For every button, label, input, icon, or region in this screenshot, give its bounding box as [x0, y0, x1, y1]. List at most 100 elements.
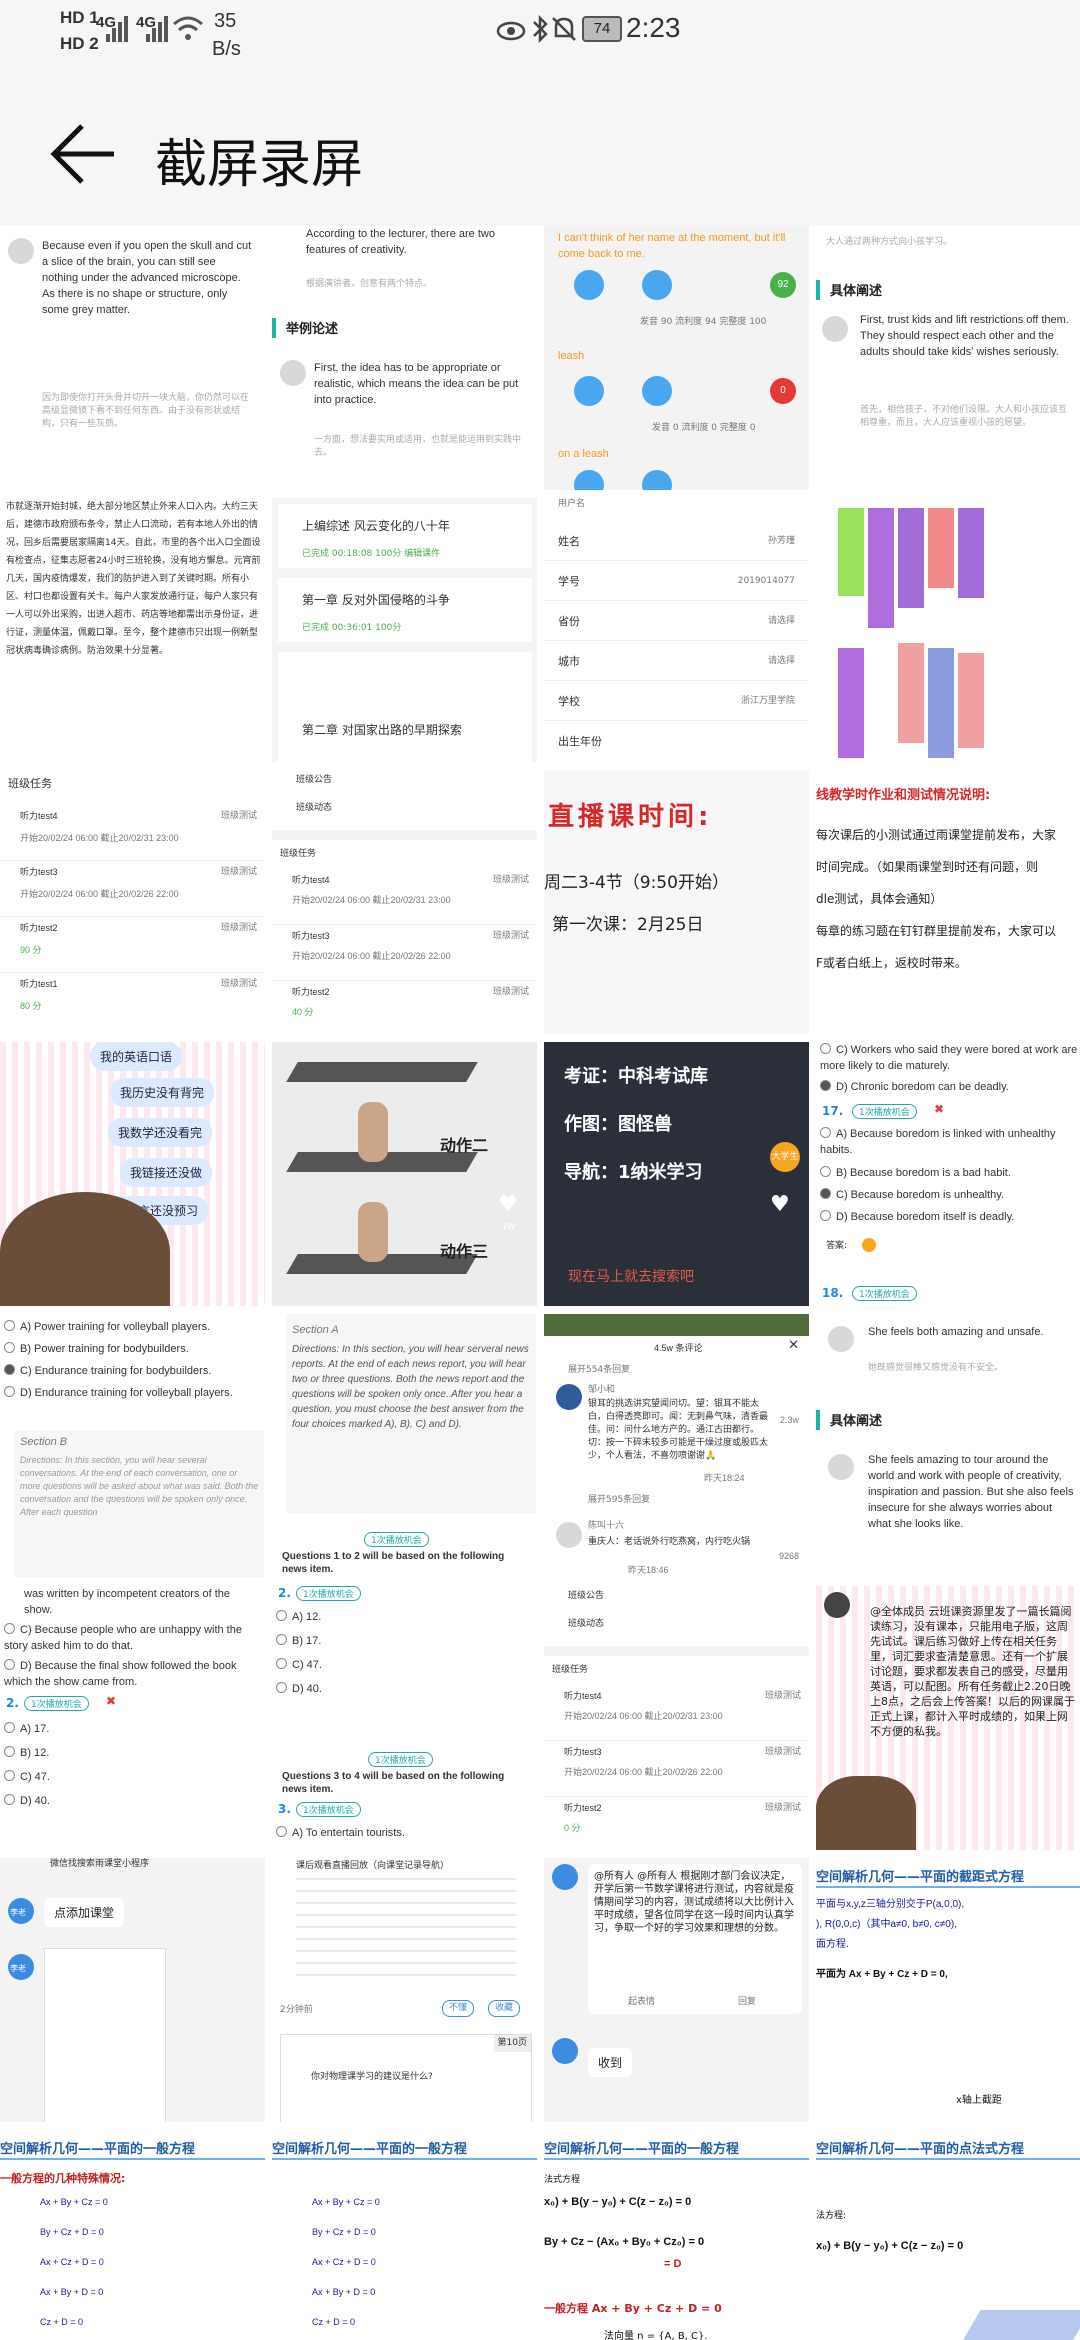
play-button[interactable] [574, 470, 604, 490]
option-a[interactable]: A) Power training for volleyball players… [4, 1318, 210, 1337]
option-a[interactable]: A) 17. [4, 1720, 49, 1739]
reaction-button[interactable]: 起表情 [628, 1996, 655, 2009]
thumbnail[interactable]: 微信找搜索雨课堂小程序 李老 点添加课堂 李老 [0, 1858, 265, 2122]
play-button[interactable] [574, 376, 604, 406]
thumbnail[interactable]: 线教学时作业和测试情况说明: 每次课后的小测试通过雨课堂提前发布，大家 时间完成… [816, 770, 1080, 1034]
option-a[interactable]: A) To entertain tourists. [276, 1824, 405, 1843]
task-item[interactable]: 听力test4 开始20/02/24 06:00 截止20/02/31 23:00… [0, 806, 265, 861]
thumbnail[interactable]: 大人通过两种方式向小孩学习。 具体阐述 First, trust kids an… [816, 226, 1080, 490]
thumbnail[interactable]: 空间解析几何——平面的点法式方程 法方程: x₀) + B(y − y₀) + … [816, 2130, 1080, 2340]
expand-replies[interactable]: 展开554条回复 [568, 1364, 630, 1377]
play-chance-pill[interactable]: 1次播放机会 [368, 1752, 433, 1767]
form-row[interactable]: 城市 请选择 [544, 644, 809, 681]
task-item[interactable]: 听力test3 开始20/02/24 06:00 截止20/02/26 22:00… [272, 926, 537, 981]
thumbnail[interactable]: Section A Directions: In this section, y… [272, 1314, 537, 1578]
option-c[interactable]: C) 47. [276, 1656, 322, 1675]
reply-button[interactable]: 回复 [738, 1996, 756, 2009]
thumbnail[interactable]: 2. 1次播放机会 A) 12. B) 17. C) 47. D) 40. 1次… [272, 1586, 537, 1850]
thumbnail[interactable]: 空间解析几何——平面的一般方程 法式方程 x₀) + B(y − y₀) + C… [544, 2130, 809, 2340]
option-c[interactable]: C) Because people who are unhappy with t… [4, 1622, 262, 1654]
thumbnail[interactable]: 动作二 动作三 ♥ 1W [272, 1042, 537, 1306]
thumbnail[interactable]: A) Power training for volleyball players… [0, 1314, 265, 1578]
comment-author: 邹小和 [588, 1385, 616, 1395]
task-item[interactable]: 听力test2 0 分班级测试 [544, 1798, 809, 1850]
option-b[interactable]: B) Power training for bodybuilders. [4, 1340, 189, 1359]
menu-item: 班级动态 [296, 803, 333, 813]
form-row[interactable]: 学号 2019014077 [544, 564, 809, 601]
option-d[interactable]: D) Because boredom itself is deadly. [820, 1208, 1078, 1227]
thumbnail[interactable]: 考证：中科考试库 作图：图怪兽 导航：1纳米学习 现在马上就去搜索吧 大学生 ♥ [544, 1042, 809, 1306]
replay-button[interactable] [642, 270, 672, 300]
thumbnail[interactable]: 班级任务 听力test4 开始20/02/24 06:00 截止20/02/31 … [0, 770, 265, 1034]
option-c[interactable]: C) 47. [4, 1768, 50, 1787]
thumbnail[interactable]: I can't think of her name at the moment,… [544, 226, 809, 490]
option-d[interactable]: D) Because the final show followed the b… [4, 1658, 262, 1690]
thumbnail[interactable]: She feels both amazing and unsafe. 她既感觉很… [816, 1314, 1080, 1578]
favorite-button[interactable]: 收藏 [488, 2000, 521, 2017]
thumbnail[interactable]: 课后观看直播回放（向课堂记录导航） 2分钟前 不懂 收藏 第10页 你对物理课学… [272, 1858, 537, 2122]
thumbnail[interactable]: 空间解析几何——平面的截距式方程 平面与x,y,z三轴分别交于P(a,0,0),… [816, 1858, 1080, 2122]
task-item[interactable]: 听力test3 开始20/02/24 06:00 截止20/02/26 22:00… [0, 862, 265, 917]
task-item[interactable]: 听力test2 90 分班级测试 [0, 918, 265, 973]
task-item[interactable]: 听力test1 80 分班级测试 [0, 974, 265, 1028]
thumbnail[interactable]: 空间解析几何——平面的一般方程 一般方程的几种特殊情况: Ax + By + C… [0, 2130, 265, 2340]
option-d[interactable]: D) Endurance training for volleyball pla… [4, 1384, 233, 1403]
task-item[interactable]: 听力test3 开始20/02/24 06:00 截止20/02/26 22:00… [544, 1742, 809, 1797]
heart-icon[interactable]: ♥ [770, 1192, 790, 1217]
thumbnail[interactable]: 4.5w 条评论 ✕ 展开554条回复 邹小和 银耳的挑选讲究望闻问切。望：银耳… [544, 1314, 809, 1578]
thumbnail[interactable]: 空间解析几何——平面的一般方程 Ax + By + Cz = 0 By + Cz… [272, 2130, 537, 2340]
form-row[interactable]: 出生年份 [544, 724, 809, 760]
thumbnail[interactable]: 用户名 姓名 孙芳瑾 学号 2019014077 省份 请选择 城市 请选择 学校 浙江万… [544, 498, 809, 762]
form-row[interactable]: 姓名 孙芳瑾 [544, 524, 809, 561]
play-chance-pill[interactable]: 1次播放机会 [852, 1104, 917, 1119]
slide-annotation: x轴上截距 [956, 2095, 1002, 2106]
thumbnail[interactable]: 直播课时间: 周二3-4节（9:50开始） 第一次课：2月25日 [544, 770, 809, 1034]
thumbnail[interactable]: C) Workers who said they were bored at w… [816, 1042, 1080, 1306]
option-d[interactable]: D) 40. [4, 1792, 50, 1811]
thumbnail[interactable]: was written by incompetent creators of t… [0, 1586, 265, 1850]
option-c[interactable]: C) Workers who said they were bored at w… [820, 1042, 1078, 1074]
thumbnail-timetable[interactable] [816, 498, 1080, 762]
form-row[interactable]: 学校 浙江万里学院 [544, 684, 809, 721]
option-b[interactable]: B) 12. [4, 1744, 49, 1763]
option-a[interactable]: A) Because boredom is linked with unheal… [820, 1126, 1078, 1158]
play-chance-pill[interactable]: 1次播放机会 [364, 1532, 429, 1547]
thumbnail[interactable]: 上编综述 风云变化的八十年 已完成 00:18:08 100分 编辑课件 第一章… [272, 498, 537, 762]
option-d[interactable]: D) Chronic boredom can be deadly. [820, 1078, 1078, 1097]
thumbnail[interactable]: 市就逐渐开始封城，绝大部分地区禁止外来人口入内。大约三天后，建德市政府颁布条令，… [0, 498, 265, 762]
replay-button[interactable] [642, 470, 672, 490]
thumbnail[interactable]: 班级公告 班级动态 班级任务 听力test4 开始20/02/24 06:00 截… [544, 1586, 809, 1850]
section-marker [816, 280, 820, 300]
heart-icon[interactable]: ♥ [498, 1192, 518, 1217]
thumbnail[interactable]: Because even if you open the skull and c… [0, 226, 265, 490]
thumbnail[interactable]: According to the lecturer, there are two… [272, 226, 537, 490]
answer-label: 答案: [826, 1241, 848, 1251]
task-item[interactable]: 听力test2 40 分班级测试 [272, 982, 537, 1034]
play-chance-pill[interactable]: 1次播放机会 [296, 1586, 361, 1601]
play-chance-pill[interactable]: 1次播放机会 [852, 1286, 917, 1301]
slide-equation: x₀) + B(y − y₀) + C(z − z₀) = 0 [816, 2240, 964, 2252]
timetable-block [838, 648, 864, 758]
back-arrow-icon[interactable] [48, 122, 118, 186]
option-b[interactable]: B) Because boredom is a bad habit. [820, 1164, 1078, 1183]
option-c[interactable]: C) Endurance training for bodybuilders. [4, 1362, 211, 1381]
comment-text: 银耳的挑选讲究望闻问切。望：银耳不能太白，白得透亮即可。闻：无刺鼻气味，清香最佳… [588, 1399, 769, 1461]
play-button[interactable] [574, 270, 604, 300]
expand-replies[interactable]: 展开595条回复 [588, 1494, 650, 1507]
thumbnail[interactable]: 班级公告 班级动态 班级任务 听力test4 开始20/02/24 06:00 截… [272, 770, 537, 1034]
thumbnail[interactable]: 我的英语口语 我历史没有背完 我数学还没看完 我链接还没做 我语言还没预习 [0, 1042, 265, 1306]
option-c[interactable]: C) Because boredom is unhealthy. [820, 1186, 1078, 1205]
option-b[interactable]: B) 17. [276, 1632, 321, 1651]
form-row[interactable]: 省份 请选择 [544, 604, 809, 641]
play-chance-pill[interactable]: 1次播放机会 [296, 1802, 361, 1817]
option-a[interactable]: A) 12. [276, 1608, 321, 1627]
task-item[interactable]: 听力test4 开始20/02/24 06:00 截止20/02/31 23:00… [544, 1686, 809, 1741]
thumbnail[interactable]: @所有人 @所有人 根据刚才部门会议决定，开学后第一节数学课将进行测试，内容就是… [544, 1858, 809, 2122]
close-icon[interactable]: ✕ [788, 1338, 799, 1353]
task-item[interactable]: 听力test4 开始20/02/24 06:00 截止20/02/31 23:00… [272, 870, 537, 925]
replay-button[interactable] [642, 376, 672, 406]
dont-understand-button[interactable]: 不懂 [442, 2000, 475, 2017]
thumbnail[interactable]: @全体成员 云班课资源里发了一篇长篇阅读练习，没有课本，只能用电子版，这周先试试… [816, 1586, 1080, 1850]
play-chance-pill[interactable]: 1次播放机会 [24, 1696, 89, 1711]
option-d[interactable]: D) 40. [276, 1680, 322, 1699]
